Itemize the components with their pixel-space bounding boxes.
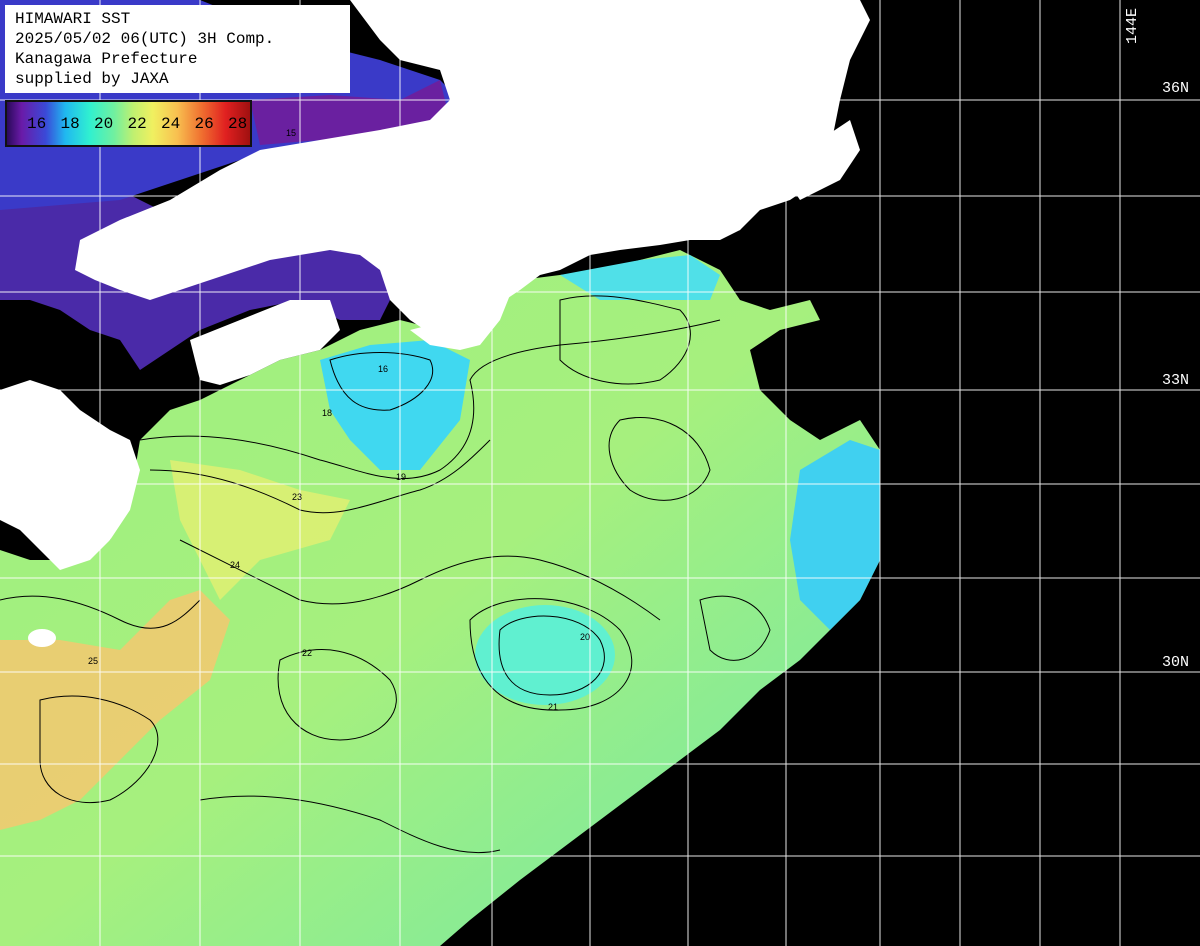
sst-map-view: 15 16 18 19 20 21 22 23 24 25 HIMAWARI S… [0, 0, 1200, 946]
temperature-legend: 16 18 20 22 24 26 28 [5, 100, 252, 147]
legend-label: 16 [27, 115, 47, 133]
legend-label: 28 [228, 115, 248, 133]
contour-label: 18 [322, 408, 332, 418]
contour-label: 21 [548, 702, 558, 712]
contour-label: 24 [230, 560, 240, 570]
legend-label: 24 [161, 115, 181, 133]
legend-label: 26 [194, 115, 214, 133]
title-box: HIMAWARI SST 2025/05/02 06(UTC) 3H Comp.… [5, 5, 350, 93]
lat-label-36n: 36N [1162, 80, 1190, 97]
contour-label: 23 [292, 492, 302, 502]
lat-label-30n: 30N [1162, 654, 1190, 671]
title-line-datetime: 2025/05/02 06(UTC) 3H Comp. [15, 30, 275, 48]
yakushima-island [28, 629, 56, 647]
title-line-prefecture: Kanagawa Prefecture [15, 50, 198, 68]
contour-label: 20 [580, 632, 590, 642]
contour-label: 19 [396, 472, 406, 482]
lon-label-136e: 136E [482, 3, 499, 40]
lon-label-144e: 144E [1124, 7, 1141, 44]
title-line-product: HIMAWARI SST [15, 10, 131, 28]
title-line-supplier: supplied by JAXA [15, 70, 169, 88]
contour-label: 16 [378, 364, 388, 374]
contour-label: 22 [302, 648, 312, 658]
contour-label: 25 [88, 656, 98, 666]
legend-label: 18 [60, 115, 80, 133]
cold-eddy [475, 605, 615, 705]
legend-label: 20 [94, 115, 114, 133]
lat-label-33n: 33N [1162, 372, 1190, 389]
contour-label: 15 [286, 128, 296, 138]
legend-label: 22 [127, 115, 147, 133]
